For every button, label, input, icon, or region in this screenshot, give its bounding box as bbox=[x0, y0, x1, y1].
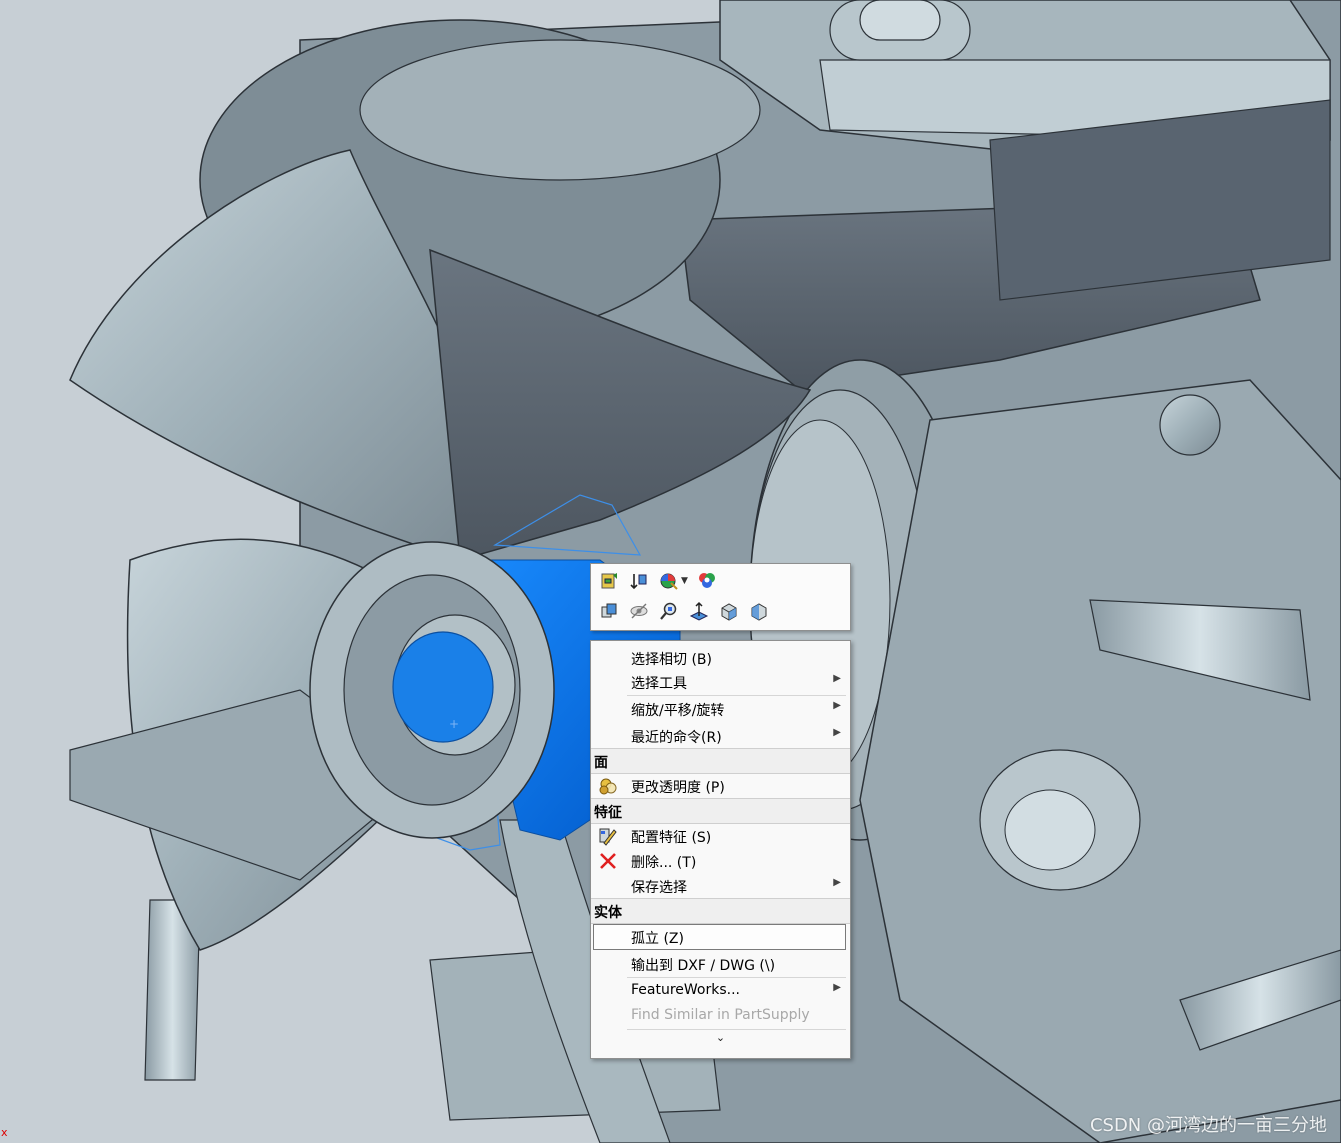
menu-item-label: 选择相切 (B) bbox=[631, 652, 712, 668]
section-header-feature: 特征 bbox=[591, 799, 850, 823]
menu-item-configure-feature[interactable]: 配置特征 (S) bbox=[591, 824, 850, 848]
rebuild-button[interactable] bbox=[597, 569, 621, 593]
menu-item-find-similar-partsupply: Find Similar in PartSupply bbox=[591, 1004, 850, 1028]
svg-text:+: + bbox=[449, 717, 459, 731]
hide-icon bbox=[630, 603, 648, 619]
menu-item-label: Find Similar in PartSupply bbox=[631, 1007, 810, 1023]
hide-show-icon bbox=[601, 603, 617, 618]
context-toolbar-row-2 bbox=[597, 598, 777, 624]
watermark: CSDN @河湾边的一亩三分地 bbox=[1089, 1115, 1327, 1136]
view-orientation-button[interactable] bbox=[717, 599, 741, 623]
menu-item-delete[interactable]: 删除... (T) bbox=[591, 849, 850, 873]
rollback-button[interactable] bbox=[627, 569, 651, 593]
menu-item-change-transparency[interactable]: 更改透明度 (P) bbox=[591, 774, 850, 798]
origin-axis-marker: x bbox=[1, 1126, 8, 1139]
menu-item-recent-commands[interactable]: 最近的命令(R) ▶ bbox=[591, 724, 850, 748]
hide-show-button[interactable] bbox=[597, 599, 621, 623]
submenu-arrow-icon: ▶ bbox=[833, 877, 841, 888]
menu-item-featureworks[interactable]: FeatureWorks... ▶ bbox=[591, 979, 850, 1003]
menu-item-export-dxf-dwg[interactable]: 输出到 DXF / DWG (\) bbox=[591, 952, 850, 976]
section-header-body: 实体 bbox=[591, 899, 850, 923]
context-toolbar-row-1: ▼ bbox=[597, 568, 725, 594]
section-header-label: 特征 bbox=[594, 805, 622, 821]
transparency-icon bbox=[599, 778, 617, 795]
menu-item-label: 缩放/平移/旋转 bbox=[631, 703, 725, 719]
scene-icon bbox=[699, 573, 715, 588]
menu-item-isolate[interactable]: 孤立 (Z) bbox=[591, 924, 850, 950]
rollback-icon bbox=[630, 574, 647, 590]
appearance-button[interactable] bbox=[657, 569, 681, 593]
normal-to-icon bbox=[689, 601, 709, 621]
zoom-to-selection-button[interactable] bbox=[657, 599, 681, 623]
view-orientation-icon bbox=[721, 603, 737, 621]
menu-separator bbox=[627, 695, 846, 696]
submenu-arrow-icon: ▶ bbox=[833, 727, 841, 738]
menu-separator bbox=[627, 1029, 846, 1030]
menu-separator bbox=[627, 977, 846, 978]
zoom-to-selection-icon bbox=[660, 602, 677, 620]
submenu-arrow-icon: ▶ bbox=[833, 700, 841, 711]
expand-menu-chevron-icon[interactable]: ⌄ bbox=[591, 1031, 850, 1051]
configure-feature-icon bbox=[599, 828, 617, 846]
menu-item-label: 更改透明度 (P) bbox=[631, 780, 725, 796]
menu-item-select-tangency[interactable]: 选择相切 (B) bbox=[591, 646, 850, 670]
appearance-icon bbox=[660, 573, 678, 590]
menu-item-label: 删除... (T) bbox=[631, 855, 697, 871]
menu-item-label: 保存选择 bbox=[631, 880, 687, 896]
section-view-icon bbox=[751, 603, 767, 621]
scene-button[interactable] bbox=[695, 569, 719, 593]
delete-icon bbox=[600, 853, 616, 869]
menu-item-save-selection[interactable]: 保存选择 ▶ bbox=[591, 874, 850, 898]
rebuild-icon bbox=[601, 573, 617, 589]
section-header-face: 面 bbox=[591, 749, 850, 773]
section-header-label: 实体 bbox=[594, 905, 622, 921]
menu-item-label: 配置特征 (S) bbox=[631, 830, 712, 846]
menu-item-label: 最近的命令(R) bbox=[631, 730, 722, 746]
appearance-dropdown-caret[interactable]: ▼ bbox=[681, 576, 689, 586]
context-toolbar: ▼ bbox=[590, 563, 851, 631]
menu-item-selection-tools[interactable]: 选择工具 ▶ bbox=[591, 670, 850, 694]
menu-item-label: 孤立 (Z) bbox=[631, 931, 684, 947]
menu-item-label: FeatureWorks... bbox=[631, 982, 740, 998]
menu-item-label: 选择工具 bbox=[631, 676, 687, 692]
hide-button[interactable] bbox=[627, 599, 651, 623]
normal-to-button[interactable] bbox=[687, 599, 711, 623]
section-header-label: 面 bbox=[594, 755, 608, 771]
context-menu: 选择相切 (B) 选择工具 ▶ 缩放/平移/旋转 ▶ 最近的命令(R) ▶ 面 … bbox=[590, 640, 851, 1059]
submenu-arrow-icon: ▶ bbox=[833, 673, 841, 684]
section-view-button[interactable] bbox=[747, 599, 771, 623]
submenu-arrow-icon: ▶ bbox=[833, 982, 841, 993]
menu-item-label: 输出到 DXF / DWG (\) bbox=[631, 958, 776, 974]
menu-item-zoom-pan-rotate[interactable]: 缩放/平移/旋转 ▶ bbox=[591, 697, 850, 721]
